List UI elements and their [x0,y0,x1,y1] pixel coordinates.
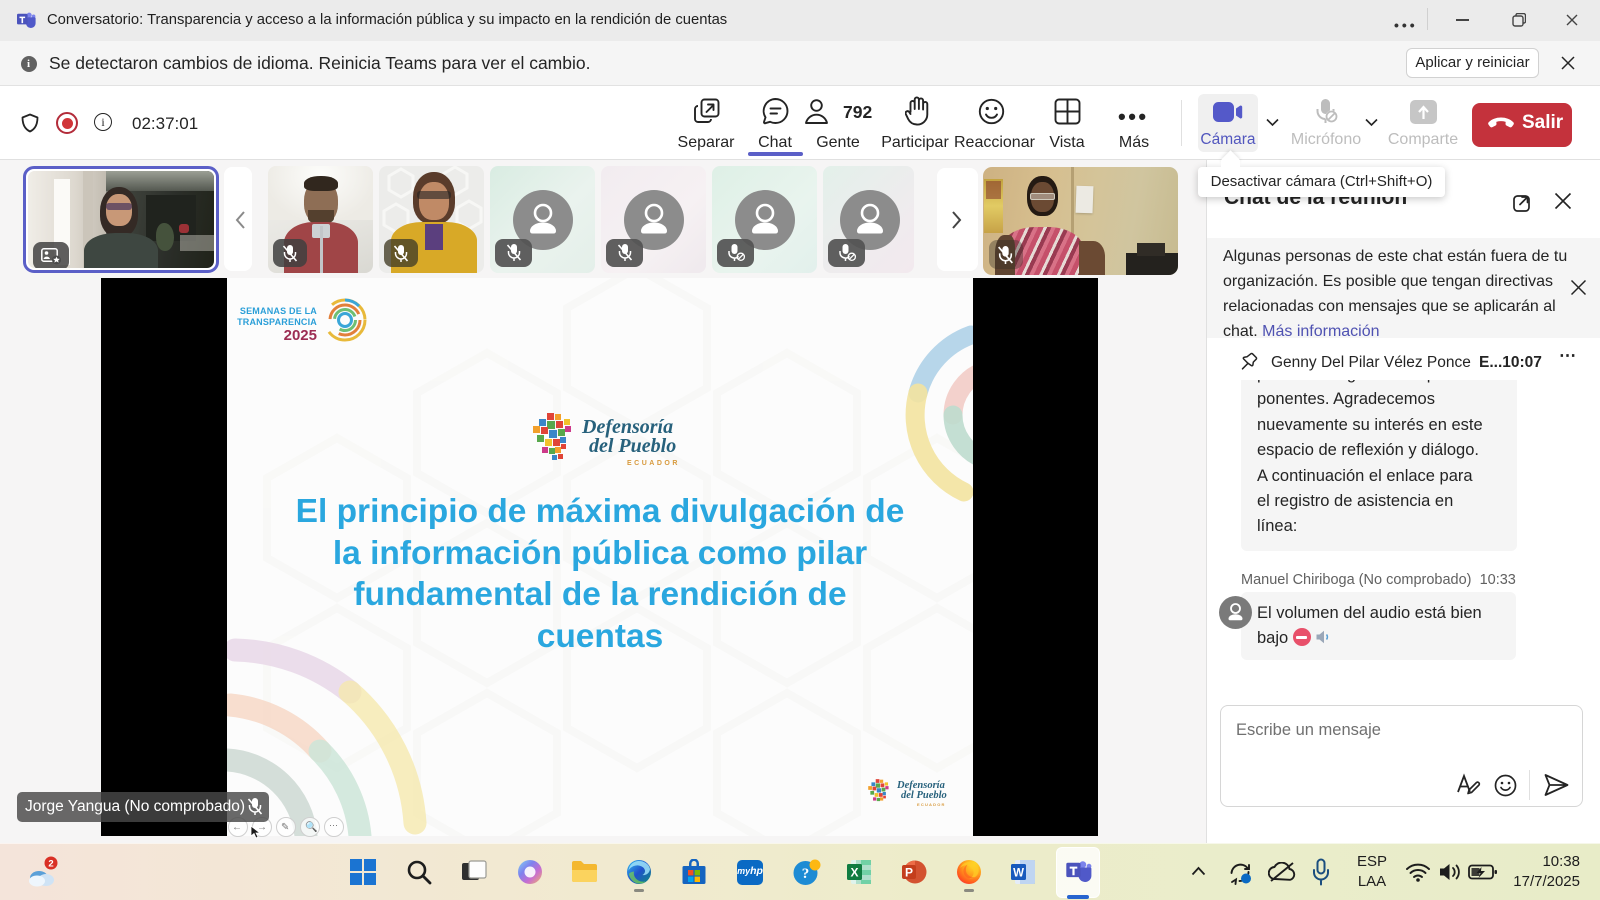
svg-text:?: ? [802,866,810,882]
svg-text:W: W [1013,868,1024,880]
svg-text:X: X [850,866,858,880]
svg-text:P: P [905,866,913,880]
svg-text:2: 2 [48,859,53,870]
